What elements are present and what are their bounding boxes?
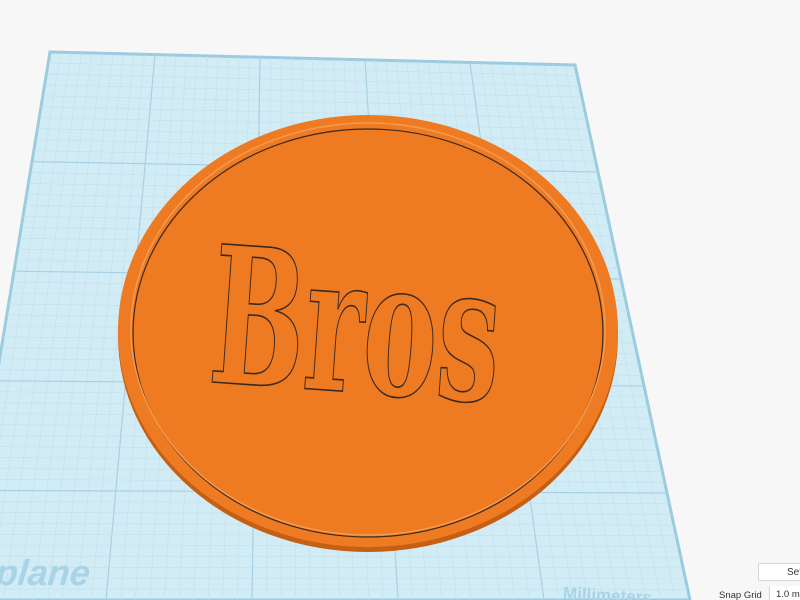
workplane-label: rkplane [0, 552, 93, 593]
settings-button[interactable]: Settings [758, 563, 800, 581]
coin-text[interactable]: Bros [203, 203, 509, 447]
snap-grid-label: Snap Grid [719, 590, 762, 600]
workplane-scene[interactable]: Bros [0, 0, 800, 600]
3d-viewport[interactable]: Bros rkplane Millimeters Settings Snap G… [0, 0, 800, 600]
snap-grid-select[interactable]: 1.0 mm [769, 586, 800, 600]
